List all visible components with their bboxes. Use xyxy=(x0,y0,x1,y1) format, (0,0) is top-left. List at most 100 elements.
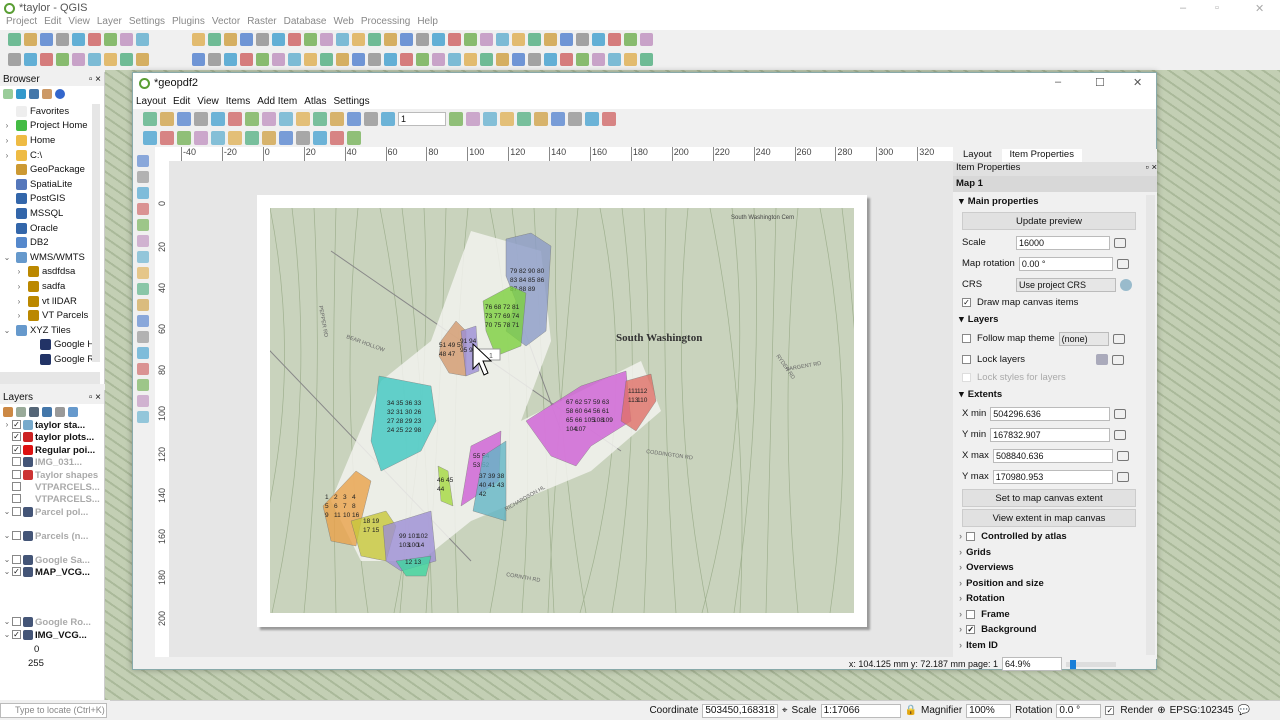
data-defined-icon[interactable] xyxy=(1112,354,1124,365)
add-group-icon[interactable] xyxy=(16,407,26,417)
layout-menu-atlas[interactable]: Atlas xyxy=(304,96,326,107)
layout-tool-icon[interactable] xyxy=(194,112,208,126)
toolbar-tool-icon[interactable] xyxy=(464,33,477,46)
layout-item-tool-icon[interactable] xyxy=(137,315,149,327)
scale-select[interactable]: 1:17066 xyxy=(820,703,901,718)
expand-arrow-icon[interactable]: ⌄ xyxy=(2,555,12,564)
expand-arrow-icon[interactable]: › xyxy=(2,420,12,429)
toolbar-tool-icon[interactable] xyxy=(224,33,237,46)
toolbar-tool-icon[interactable] xyxy=(576,33,589,46)
layout-zoom-tool-icon[interactable] xyxy=(160,131,174,145)
layout-zoom-tool-icon[interactable] xyxy=(228,131,242,145)
layer-item[interactable]: ✓ taylor plots... xyxy=(0,432,104,444)
messages-icon[interactable]: 💬 xyxy=(1238,705,1250,716)
layout-tool-icon[interactable] xyxy=(279,112,293,126)
section-grids[interactable]: › Grids xyxy=(953,545,1145,561)
toolbar-tool-icon[interactable] xyxy=(336,33,349,46)
follow-theme-checkbox[interactable] xyxy=(962,334,971,343)
toolbar-tool-icon[interactable] xyxy=(432,53,445,66)
minimize-button[interactable]: – xyxy=(1180,2,1186,14)
toolbar-tool-icon[interactable] xyxy=(464,53,477,66)
layer-visibility-checkbox[interactable]: ✓ xyxy=(12,420,21,429)
toolbar-tool-icon[interactable] xyxy=(544,33,557,46)
close-dock-icon[interactable]: ▫ × xyxy=(1145,162,1157,176)
section-rotation[interactable]: › Rotation xyxy=(953,591,1145,607)
expand-arrow-icon[interactable]: ⌄ xyxy=(2,630,12,639)
toolbar-tool-icon[interactable] xyxy=(256,53,269,66)
section-checkbox[interactable] xyxy=(966,609,976,619)
layout-minimize-button[interactable]: – xyxy=(1055,76,1061,88)
layout-zoom-select[interactable]: 64.9% xyxy=(1002,657,1062,671)
toolbar-tool-icon[interactable] xyxy=(224,53,237,66)
expand-arrow-icon[interactable]: › xyxy=(2,151,12,160)
layers-section[interactable]: ▾ Layers xyxy=(953,310,1145,328)
expand-arrow-icon[interactable]: › xyxy=(14,297,24,306)
layout-menu-add-item[interactable]: Add Item xyxy=(257,96,297,107)
layout-canvas[interactable]: 7982908083848586878889766872817377697470… xyxy=(169,161,953,657)
layer-visibility-checkbox[interactable]: ✓ xyxy=(12,432,21,442)
toolbar-tool-icon[interactable] xyxy=(320,53,333,66)
expand-arrow-icon[interactable]: › xyxy=(2,121,12,130)
layout-item-tool-icon[interactable] xyxy=(137,283,149,295)
toolbar-tool-icon[interactable] xyxy=(416,33,429,46)
map-rotation-input[interactable]: 0.00 ° xyxy=(1018,256,1113,271)
layout-menu-layout[interactable]: Layout xyxy=(136,96,166,107)
data-defined-icon[interactable] xyxy=(1114,408,1127,419)
section-position-and-size[interactable]: › Position and size xyxy=(953,576,1145,592)
toolbar-tool-icon[interactable] xyxy=(120,33,133,46)
browser-item[interactable]: Oracle xyxy=(0,221,104,236)
toolbar-tool-icon[interactable] xyxy=(304,53,317,66)
data-defined-icon[interactable] xyxy=(1116,258,1129,269)
layer-visibility-checkbox[interactable] xyxy=(12,457,21,467)
add-icon[interactable] xyxy=(3,89,13,99)
close-dock-icon[interactable]: ▫ × xyxy=(89,392,101,403)
toolbar-tool-icon[interactable] xyxy=(544,53,557,66)
layer-visibility-checkbox[interactable]: ✓ xyxy=(12,444,21,454)
expand-arrow-icon[interactable]: ⌄ xyxy=(2,507,12,516)
toolbar-tool-icon[interactable] xyxy=(592,53,605,66)
toolbar-tool-icon[interactable] xyxy=(56,33,69,46)
browser-item[interactable]: › Home xyxy=(0,133,104,148)
layer-item[interactable]: ⌄ ✓ IMG_VCG... xyxy=(0,629,104,642)
layout-tool-icon[interactable] xyxy=(313,112,327,126)
toolbar-tool-icon[interactable] xyxy=(192,33,205,46)
toolbar-tool-icon[interactable] xyxy=(400,53,413,66)
layout-tool-icon[interactable] xyxy=(466,112,480,126)
rotation-field[interactable]: 0.0 ° xyxy=(1056,703,1102,718)
browser-item[interactable]: › vt lIDAR xyxy=(0,294,104,309)
layout-tool-icon[interactable] xyxy=(551,112,565,126)
layout-menu-settings[interactable]: Settings xyxy=(333,96,369,107)
layout-menu-edit[interactable]: Edit xyxy=(173,96,190,107)
toolbar-tool-icon[interactable] xyxy=(640,33,653,46)
render-checkbox[interactable]: ✓ xyxy=(1105,706,1115,715)
menu-view[interactable]: View xyxy=(68,16,90,30)
info-icon[interactable] xyxy=(55,89,65,99)
layout-item-tool-icon[interactable] xyxy=(137,203,149,215)
layout-item-tool-icon[interactable] xyxy=(137,347,149,359)
toolbar-tool-icon[interactable] xyxy=(352,53,365,66)
section-overviews[interactable]: › Overviews xyxy=(953,560,1145,576)
layout-item-tool-icon[interactable] xyxy=(137,267,149,279)
layout-tool-icon[interactable] xyxy=(347,112,361,126)
toolbar-tool-icon[interactable] xyxy=(120,53,133,66)
layout-zoom-tool-icon[interactable] xyxy=(347,131,361,145)
toolbar-tool-icon[interactable] xyxy=(496,53,509,66)
menu-web[interactable]: Web xyxy=(333,16,353,30)
toolbar-tool-icon[interactable] xyxy=(136,53,149,66)
toolbar-tool-icon[interactable] xyxy=(88,53,101,66)
toolbar-tool-icon[interactable] xyxy=(192,53,205,66)
expand-arrow-icon[interactable]: ⌄ xyxy=(2,567,12,576)
layout-item-tool-icon[interactable] xyxy=(137,331,149,343)
update-preview-button[interactable]: Update preview xyxy=(962,212,1136,230)
browser-item[interactable]: › asdfdsa xyxy=(0,265,104,280)
layout-zoom-tool-icon[interactable] xyxy=(143,131,157,145)
layout-tool-icon[interactable] xyxy=(296,112,310,126)
toolbar-tool-icon[interactable] xyxy=(352,33,365,46)
toolbar-tool-icon[interactable] xyxy=(416,53,429,66)
magnifier-field[interactable]: 100% xyxy=(966,703,1012,718)
zoom-slider[interactable] xyxy=(1066,659,1116,669)
expand-arrow-icon[interactable]: › xyxy=(14,282,24,291)
toolbar-tool-icon[interactable] xyxy=(72,53,85,66)
toolbar-tool-icon[interactable] xyxy=(288,33,301,46)
section-controlled-by-atlas[interactable]: › Controlled by atlas xyxy=(953,529,1145,545)
